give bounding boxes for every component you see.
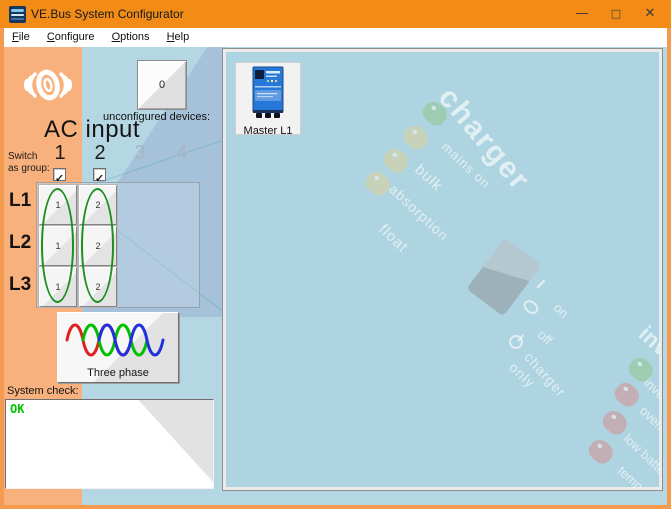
phase-row-label-l2: L2 [9, 232, 31, 254]
phase-row-label-l3: L3 [9, 274, 31, 296]
window-title: VE.Bus System Configurator [31, 7, 184, 21]
menu-file[interactable]: File [4, 28, 37, 47]
watermark-switch-i: I [533, 277, 548, 292]
ac-column-3-disabled: 3 [129, 142, 151, 165]
led-low-battery-icon [599, 407, 631, 439]
switch-label-line1: Switch [8, 151, 37, 162]
multiplus-device-icon [248, 66, 288, 120]
watermark-bulk: bulk [411, 161, 446, 195]
power-symbol-icon [506, 332, 526, 352]
maximize-button[interactable]: □ [599, 0, 633, 28]
app-icon-wave [11, 18, 24, 20]
led-absorption-icon [380, 145, 412, 177]
ac-column-1: 1 [49, 142, 71, 165]
ac-column-4-disabled: 4 [171, 142, 193, 165]
app-icon-wave [11, 9, 24, 12]
led-temperature-icon [585, 436, 617, 468]
system-check-status: OK [10, 402, 24, 416]
device-canvas-inner: charger mains on bulk absorption float I… [227, 53, 660, 488]
watermark-on: on [551, 300, 572, 321]
switch-group-checkbox-2[interactable]: ✓ [93, 168, 106, 181]
switch-label-line2: as group: [8, 163, 50, 174]
switch-as-group-label: Switch as group: [8, 151, 50, 175]
app-icon-wave [11, 14, 24, 16]
device-canvas[interactable]: charger mains on bulk absorption float I… [222, 48, 663, 491]
background-triangle [6, 400, 213, 488]
ac-column-2: 2 [89, 142, 111, 165]
ac-input-title: AC input [44, 116, 140, 144]
title-bar[interactable]: VE.Bus System Configurator — □ ✕ [0, 0, 671, 28]
device-label: Master L1 [236, 125, 300, 137]
three-phase-label: Three phase [58, 367, 178, 379]
three-phase-waves-icon [63, 317, 175, 363]
app-window: VE.Bus System Configurator — □ ✕ File Co… [0, 0, 671, 509]
three-phase-button[interactable]: Three phase [57, 312, 179, 383]
victron-logo [22, 58, 74, 110]
close-button[interactable]: ✕ [633, 0, 667, 28]
system-check-output: OK [5, 399, 214, 489]
menu-bar: File Configure Options Help [4, 28, 667, 47]
phase-assignment-grid: 1 2 1 2 1 2 [36, 182, 200, 308]
minimize-button[interactable]: — [565, 0, 599, 28]
off-symbol-icon [521, 297, 541, 316]
device-master-l1[interactable]: Master L1 [235, 62, 301, 135]
switch-group-checkbox-1[interactable]: ✓ [53, 168, 66, 181]
menu-configure[interactable]: Configure [40, 28, 102, 47]
watermark-off: off [535, 327, 556, 348]
system-check-label: System check: [7, 385, 79, 397]
phase-row-label-l1: L1 [9, 190, 31, 212]
watermark-float: float [375, 221, 411, 256]
app-icon [9, 6, 26, 23]
unconfigured-devices-button[interactable]: 0 [137, 60, 187, 110]
client-area: 0 unconfigured devices: AC input 1 2 3 4… [4, 47, 667, 505]
led-bulk-icon [400, 122, 432, 154]
menu-options[interactable]: Options [105, 28, 157, 47]
group-ellipse-ac1 [41, 188, 74, 303]
window-controls: — □ ✕ [565, 0, 667, 28]
led-overload-icon [611, 379, 643, 411]
menu-help[interactable]: Help [160, 28, 197, 47]
group-ellipse-ac2 [81, 188, 114, 303]
